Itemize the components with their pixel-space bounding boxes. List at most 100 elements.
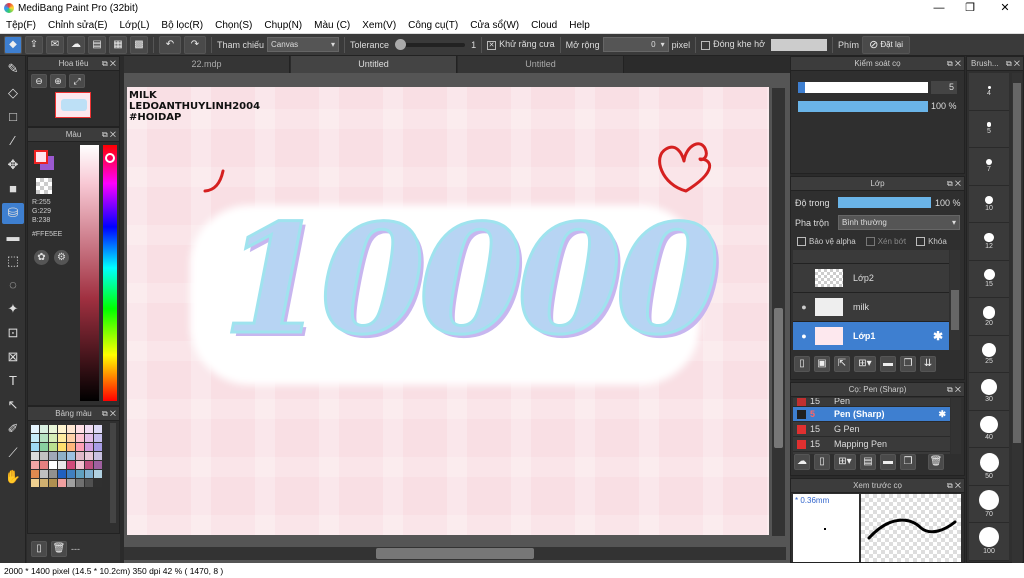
brush-size-slider[interactable] [798, 82, 928, 93]
brush-row-pen-sharp[interactable]: 5 Pen (Sharp) ✱ [793, 407, 950, 422]
drawing-canvas[interactable]: MILK LEDOANTHUYLINH2004 #HOIDAP 10000 [127, 87, 769, 535]
layer-scrollbar[interactable] [950, 250, 960, 350]
menu-window[interactable]: Cửa sổ(W) [470, 20, 519, 31]
palette-swatch[interactable] [58, 461, 66, 469]
palette-swatch[interactable] [49, 461, 57, 469]
bucket-tool-icon[interactable]: ⛁ [2, 203, 24, 224]
brush-folder-icon[interactable]: ▬ [880, 454, 896, 470]
palette-swatch[interactable] [85, 425, 93, 433]
eye-icon[interactable]: ● [793, 302, 815, 312]
brush-row-g-pen[interactable]: 15 G Pen [793, 422, 950, 437]
layer-row-lop2[interactable]: Lớp2 [793, 264, 949, 293]
palette-swatch[interactable] [31, 452, 39, 460]
panel-detach-close-icon[interactable]: ⧉ ✕ [947, 177, 961, 190]
eyedropper-icon[interactable]: ⟋ [2, 443, 24, 464]
palette-swatch[interactable] [31, 425, 39, 433]
add-layer-menu-icon[interactable]: ⊞▾ [854, 356, 876, 372]
close-gap-checkbox[interactable]: Đóng khe hở [701, 39, 765, 50]
palette-swatch[interactable] [76, 434, 84, 442]
palette-swatch[interactable] [76, 470, 84, 478]
palette-swatch[interactable] [94, 479, 102, 487]
layer-row-milk[interactable]: ● milk [793, 293, 949, 322]
select-pen-icon[interactable]: ⊡ [2, 323, 24, 344]
chat-icon[interactable]: ✉ [46, 35, 64, 54]
vertical-scrollbar-thumb[interactable] [774, 308, 783, 448]
palette-swatch[interactable] [58, 479, 66, 487]
palette-swatch[interactable] [94, 434, 102, 442]
brush-size-option[interactable]: 40 [969, 410, 1009, 448]
reference-select[interactable]: Canvas [267, 37, 340, 52]
palette-swatch[interactable] [31, 434, 39, 442]
clip-checkbox[interactable]: Xén bớt [865, 237, 906, 247]
new-palette-icon[interactable]: ▯ [31, 540, 47, 557]
menu-capture[interactable]: Chụp(N) [264, 20, 302, 31]
folder-icon[interactable]: ▬ [880, 356, 896, 372]
duplicate-brush-icon[interactable]: ❐ [900, 454, 916, 470]
palette-swatch[interactable] [76, 425, 84, 433]
brush-size-option[interactable]: 20 [969, 298, 1009, 336]
palette-swatch[interactable] [49, 443, 57, 451]
menu-color[interactable]: Màu (C) [314, 20, 350, 31]
palette-swatch[interactable] [31, 443, 39, 451]
fill-mode-icon[interactable]: ◆ [4, 35, 22, 54]
palette-swatch[interactable] [40, 452, 48, 460]
brush-size-option[interactable]: 70 [969, 485, 1009, 523]
minimize-button[interactable]: — [924, 0, 954, 17]
expand-stepper[interactable]: 0 [602, 37, 669, 52]
palette-swatch[interactable] [85, 452, 93, 460]
tolerance-slider-handle[interactable] [395, 38, 407, 50]
panel-detach-close-icon[interactable]: ⧉ ✕ [1006, 57, 1020, 70]
layer-opacity-slider[interactable] [838, 197, 931, 208]
redo-icon[interactable]: ↷ [184, 35, 206, 54]
delete-brush-icon[interactable]: 🗑 [928, 454, 944, 470]
brush-opacity-slider[interactable] [798, 101, 928, 112]
palette-swatch[interactable] [94, 470, 102, 478]
horizontal-scrollbar-thumb[interactable] [376, 548, 534, 559]
palette-swatch[interactable] [49, 479, 57, 487]
palette-swatch[interactable] [31, 461, 39, 469]
palette-swatch[interactable] [67, 479, 75, 487]
palette-swatch[interactable] [76, 461, 84, 469]
move-tool-icon[interactable]: ✥ [2, 155, 24, 176]
palette-swatch[interactable] [40, 470, 48, 478]
palette-swatch[interactable] [67, 470, 75, 478]
lock-checkbox[interactable]: Khóa [916, 237, 947, 247]
tolerance-slider[interactable] [395, 38, 466, 50]
brush-size-option[interactable]: 30 [969, 373, 1009, 411]
select-rect-icon[interactable]: ⬚ [2, 251, 24, 272]
menu-help[interactable]: Help [569, 20, 590, 31]
palette-settings-icon[interactable]: ⚙ [54, 250, 69, 265]
brush-size-option[interactable]: 7 [969, 148, 1009, 186]
menu-tools[interactable]: Công cụ(T) [408, 20, 458, 31]
document-icon[interactable]: ▤ [88, 35, 106, 54]
eraser-tool-icon[interactable]: ◇ [2, 83, 24, 104]
palette-swatch[interactable] [76, 452, 84, 460]
vertical-scrollbar[interactable] [772, 88, 785, 536]
grid-icon[interactable]: ▩ [130, 35, 148, 54]
gradient-tool-icon[interactable]: ▬ [2, 227, 24, 248]
cloud-upload-icon[interactable]: ☁ [67, 35, 85, 54]
panel-detach-close-icon[interactable]: ⧉ ✕ [102, 57, 116, 70]
palette-swatch[interactable] [40, 479, 48, 487]
brush-size-option[interactable]: 5 [969, 110, 1009, 148]
palette-swatch[interactable] [67, 452, 75, 460]
palette-swatch[interactable] [49, 434, 57, 442]
delete-palette-icon[interactable]: 🗑 [51, 540, 67, 557]
brush-size-option[interactable]: 50 [969, 448, 1009, 486]
palette-swatch[interactable] [94, 461, 102, 469]
maximize-button[interactable]: ❐ [955, 0, 985, 17]
select-eraser-icon[interactable]: ⊠ [2, 347, 24, 368]
palette-swatch[interactable] [40, 443, 48, 451]
palette-swatch[interactable] [85, 461, 93, 469]
menu-filter[interactable]: Bộ lọc(R) [161, 20, 203, 31]
panel-detach-close-icon[interactable]: ⧉ ✕ [947, 383, 961, 396]
palette-swatch[interactable] [67, 461, 75, 469]
hand-tool-icon[interactable]: ✋ [2, 467, 24, 488]
zoom-in-icon[interactable]: ⊕ [50, 74, 66, 88]
import-layer-icon[interactable]: ⇱ [834, 356, 850, 372]
layer-row-partial[interactable] [793, 250, 949, 264]
share-icon[interactable]: ⇪ [25, 35, 43, 54]
menu-edit[interactable]: Chỉnh sửa(E) [48, 20, 108, 31]
brush-settings-icon[interactable]: ✱ [938, 409, 946, 420]
tab-untitled-1[interactable]: Untitled [291, 56, 457, 73]
